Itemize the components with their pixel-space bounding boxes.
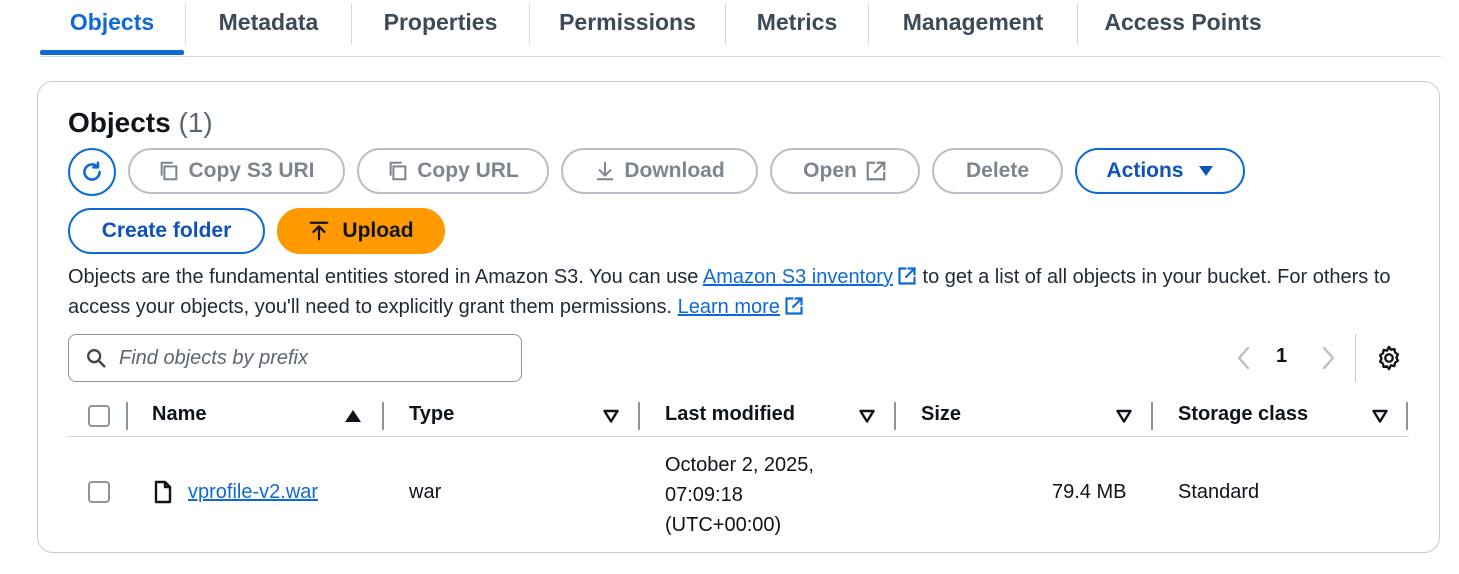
search-box xyxy=(68,334,522,382)
download-button[interactable]: Download xyxy=(561,148,758,194)
copy-s3-uri-button[interactable]: Copy S3 URI xyxy=(128,148,345,194)
table-row-name[interactable]: vprofile-v2.war xyxy=(188,481,318,504)
learn-more-link-text: Learn more xyxy=(677,296,780,318)
copy-url-button[interactable]: Copy URL xyxy=(357,148,549,194)
caret-down-icon xyxy=(1198,166,1213,176)
actions-label: Actions xyxy=(1106,159,1184,182)
object-count: (1) xyxy=(178,107,213,138)
table-row-type: war xyxy=(409,481,442,503)
column-header-size[interactable]: Size xyxy=(921,403,961,426)
column-divider[interactable] xyxy=(638,402,640,430)
gear-icon[interactable] xyxy=(1375,344,1403,372)
column-header-last-modified[interactable]: Last modified xyxy=(665,403,795,426)
table-header-divider xyxy=(68,436,1409,437)
description-text: Objects are the fundamental entities sto… xyxy=(68,266,703,288)
external-link-icon xyxy=(898,266,917,285)
s3-inventory-link-text: Amazon S3 inventory xyxy=(702,266,893,288)
table-row-size: 79.4 MB xyxy=(1052,481,1127,503)
last-modified-date: October 2, 2025, xyxy=(665,454,814,476)
search-input[interactable] xyxy=(117,345,501,371)
pagination-divider xyxy=(1355,334,1356,382)
last-modified-timezone: (UTC+00:00) xyxy=(665,514,782,536)
copy-url-label: Copy URL xyxy=(417,159,519,182)
download-icon xyxy=(596,161,614,181)
chevron-right-icon[interactable] xyxy=(1319,345,1337,371)
sort-desc-icon[interactable] xyxy=(603,409,619,423)
last-modified-time: 07:09:18 xyxy=(665,484,743,506)
learn-more-link[interactable]: Learn more xyxy=(678,296,780,318)
column-divider[interactable] xyxy=(382,402,384,430)
open-label: Open xyxy=(803,159,857,182)
download-label: Download xyxy=(624,159,725,182)
external-link-icon xyxy=(866,161,886,181)
tab-metrics[interactable]: Metrics xyxy=(726,0,868,56)
tab-objects[interactable]: Objects xyxy=(40,0,184,56)
object-name-link[interactable]: vprofile-v2.war xyxy=(188,481,318,503)
select-all-checkbox[interactable] xyxy=(88,405,110,427)
actions-dropdown-button[interactable]: Actions xyxy=(1075,148,1245,194)
column-divider xyxy=(126,402,128,430)
tab-permissions[interactable]: Permissions xyxy=(530,0,725,56)
sort-desc-icon[interactable] xyxy=(1116,409,1132,423)
create-folder-button[interactable]: Create folder xyxy=(68,208,265,254)
active-tab-indicator xyxy=(40,50,184,55)
tab-metadata[interactable]: Metadata xyxy=(186,0,351,56)
external-link-icon xyxy=(785,296,803,315)
create-folder-label: Create folder xyxy=(101,219,232,242)
copy-icon xyxy=(161,161,178,181)
chevron-left-icon[interactable] xyxy=(1235,345,1253,371)
panel-title: Objects (1) xyxy=(68,107,213,139)
tab-properties[interactable]: Properties xyxy=(352,0,529,56)
tab-access-points[interactable]: Access Points xyxy=(1078,0,1288,56)
column-divider[interactable] xyxy=(1406,402,1408,430)
sort-desc-icon[interactable] xyxy=(1372,409,1388,423)
sort-asc-icon[interactable] xyxy=(344,409,362,423)
copy-icon xyxy=(389,161,407,181)
file-icon xyxy=(154,480,172,504)
s3-inventory-link[interactable]: Amazon S3 inventory xyxy=(703,266,893,288)
refresh-button[interactable] xyxy=(68,148,116,196)
column-header-storage-class[interactable]: Storage class xyxy=(1178,403,1308,426)
column-divider[interactable] xyxy=(894,402,896,430)
open-button[interactable]: Open xyxy=(770,148,920,194)
column-header-type[interactable]: Type xyxy=(409,403,454,426)
tab-management[interactable]: Management xyxy=(869,0,1077,56)
table-row-storage-class: Standard xyxy=(1178,481,1260,503)
sort-desc-icon[interactable] xyxy=(859,409,875,423)
column-divider[interactable] xyxy=(1151,402,1153,430)
search-icon xyxy=(87,349,106,368)
objects-description: Objects are the fundamental entities sto… xyxy=(68,262,1418,322)
row-checkbox[interactable] xyxy=(88,481,110,503)
tab-bar: Objects Metadata Properties Permissions … xyxy=(40,0,1441,57)
panel-title-text: Objects xyxy=(68,107,171,138)
table-row-last-modified: October 2, 2025, 07:09:18 (UTC+00:00) xyxy=(665,450,814,540)
copy-s3-uri-label: Copy S3 URI xyxy=(188,159,315,182)
delete-label: Delete xyxy=(965,159,1030,182)
upload-label: Upload xyxy=(342,219,414,242)
upload-button[interactable]: Upload xyxy=(277,208,445,254)
refresh-icon xyxy=(83,161,101,181)
delete-button[interactable]: Delete xyxy=(932,148,1063,194)
upload-icon xyxy=(310,221,329,241)
column-header-name[interactable]: Name xyxy=(152,403,206,426)
current-page-number[interactable]: 1 xyxy=(1276,345,1287,368)
